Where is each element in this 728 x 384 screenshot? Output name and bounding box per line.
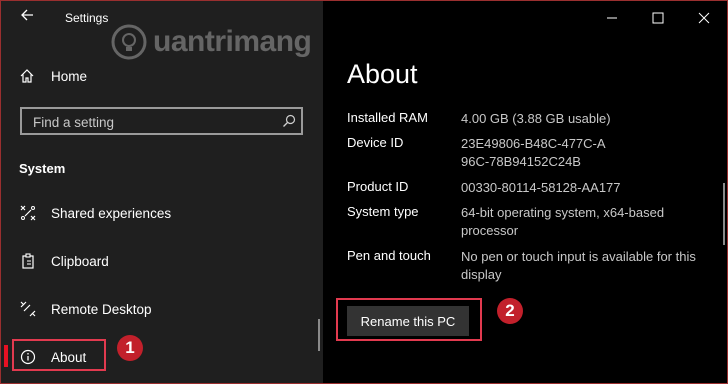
search-box — [20, 107, 303, 135]
spec-label: Installed RAM — [347, 110, 428, 125]
window-controls — [589, 1, 727, 35]
spec-value: No pen or touch input is available for t… — [461, 249, 696, 282]
maximize-icon — [652, 12, 664, 24]
settings-window: Settings uantrimang Home Find a setting … — [0, 0, 728, 384]
spec-value: 4.00 GB (3.88 GB usable) — [461, 111, 611, 126]
watermark-text: uantrimang — [153, 25, 312, 58]
search-icon[interactable] — [282, 114, 296, 133]
nav-scrollbar[interactable] — [318, 319, 320, 351]
highlight-box-about — [12, 339, 106, 371]
minimize-icon — [607, 17, 617, 19]
shared-experiences-icon — [19, 204, 37, 222]
section-heading-system: System — [19, 161, 66, 176]
content-pane: About Installed RAM 4.00 GB (3.88 GB usa… — [323, 1, 727, 383]
nav-item-label: Remote Desktop — [51, 301, 152, 317]
spec-label: Product ID — [347, 179, 409, 194]
app-title: Settings — [65, 11, 109, 25]
spec-label: System type — [347, 204, 419, 219]
nav-item-label: Shared experiences — [51, 205, 172, 221]
selection-indicator — [4, 345, 8, 367]
nav-item-shared-experiences[interactable]: Shared experiences — [19, 200, 299, 226]
nav-item-label: Clipboard — [51, 253, 109, 269]
spec-value: 64-bit operating system, x64-based proce… — [461, 205, 665, 238]
rename-pc-button[interactable]: Rename this PC — [347, 306, 469, 336]
search-input[interactable] — [31, 112, 275, 132]
back-button[interactable] — [15, 7, 39, 29]
spec-value: 00330-80114-58128-AA177 — [461, 180, 621, 195]
annotation-badge-2: 2 — [497, 298, 523, 324]
nav-home-label: Home — [51, 68, 88, 84]
spec-value: 23E49806-B48C-477C-A96C-78B94152C24B — [461, 136, 606, 169]
clipboard-icon — [19, 252, 37, 270]
nav-item-clipboard[interactable]: Clipboard — [19, 248, 299, 274]
maximize-button[interactable] — [635, 1, 681, 35]
nav-item-remote-desktop[interactable]: Remote Desktop — [19, 296, 299, 322]
remote-desktop-icon — [19, 300, 37, 318]
close-button[interactable] — [681, 1, 727, 35]
nav-home[interactable]: Home — [19, 63, 299, 89]
back-arrow-icon — [21, 9, 33, 21]
content-scrollbar[interactable] — [723, 183, 725, 245]
spec-label: Device ID — [347, 135, 404, 150]
close-icon — [698, 12, 710, 24]
spec-label: Pen and touch — [347, 248, 431, 263]
minimize-button[interactable] — [589, 1, 635, 35]
watermark-logo: uantrimang — [111, 19, 312, 65]
navigation-pane: Settings uantrimang Home Find a setting … — [1, 1, 323, 383]
page-title: About — [347, 59, 418, 89]
lightbulb-logo-icon — [111, 24, 147, 60]
home-icon — [20, 69, 34, 83]
annotation-badge-1: 1 — [117, 335, 143, 361]
